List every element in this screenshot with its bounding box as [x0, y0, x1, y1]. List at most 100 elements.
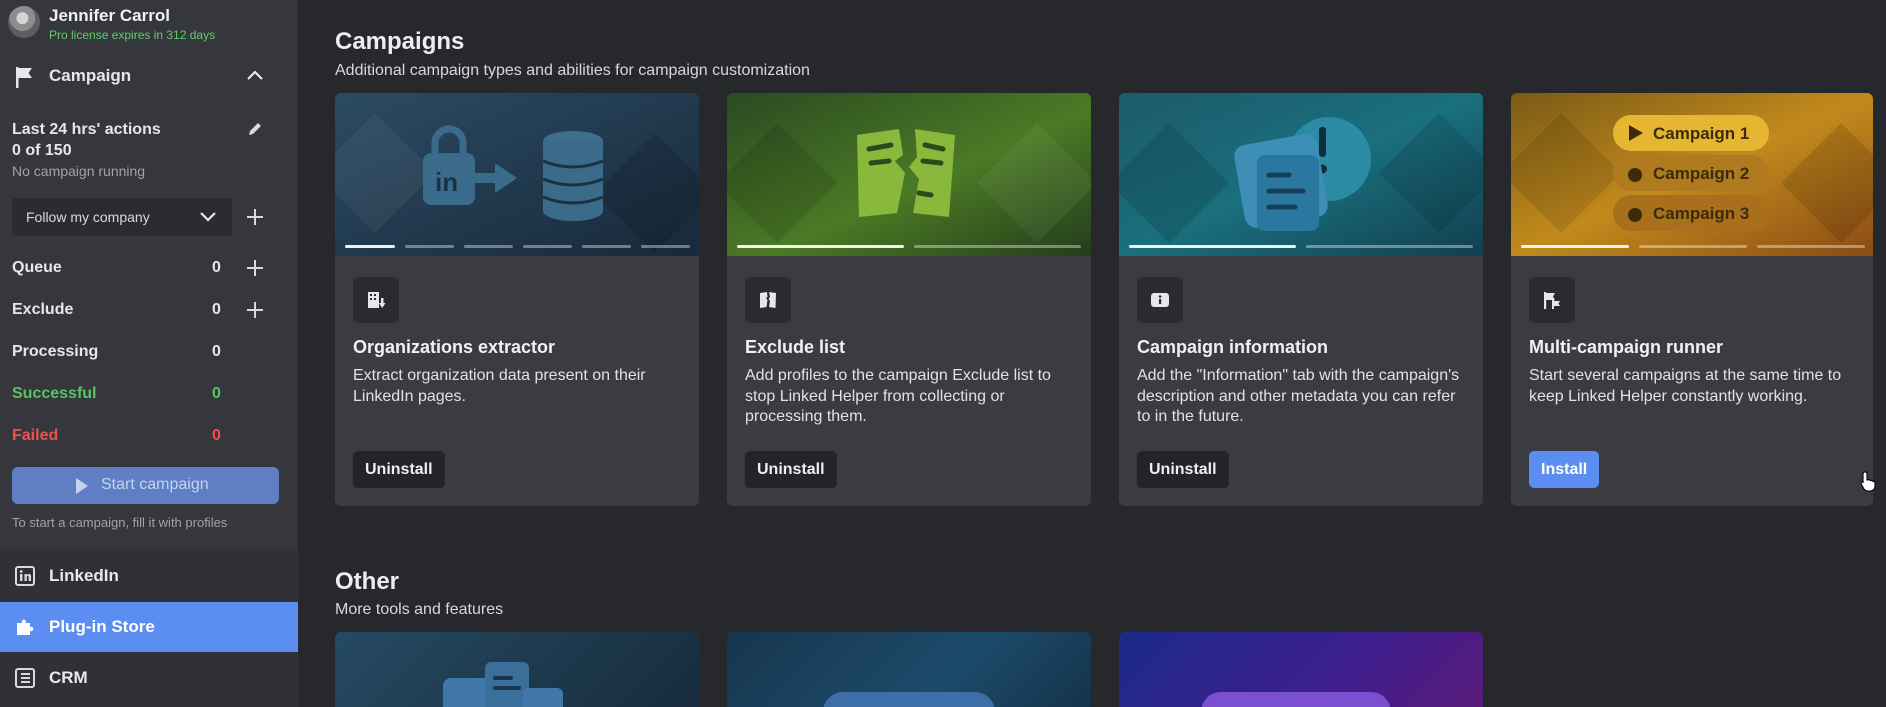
actions-title: Last 24 hrs' actions [12, 121, 161, 138]
user-profile[interactable]: Jennifer Carrol Pro license expires in 3… [0, 0, 298, 48]
svg-text:in: in [435, 167, 458, 197]
start-campaign-button[interactable]: Start campaign [12, 467, 279, 504]
plugin-description: Extract organization data present on the… [353, 367, 646, 405]
puzzle-icon [17, 619, 34, 635]
card-banner[interactable] [727, 93, 1091, 256]
carousel-dot[interactable] [1521, 245, 1629, 248]
banner-multi-campaign-image: Campaign 1 Campaign 2 Campaign 3 [1511, 93, 1873, 256]
plugin-title: Organizations extractor [353, 337, 556, 357]
crm-icon [15, 668, 35, 688]
plugin-description: Start several campaigns at the same time… [1529, 367, 1842, 405]
stat-exclude-value: 0 [212, 301, 221, 318]
card-banner[interactable]: Campaign 1 Campaign 2 Campaign 3 [1511, 93, 1873, 256]
stat-failed-label: Failed [12, 427, 59, 444]
campaigns-subtitle: Additional campaign types and abilities … [335, 62, 810, 79]
add-campaign-icon[interactable] [246, 208, 264, 226]
card-banner[interactable] [1119, 93, 1483, 256]
campaign-status-text: No campaign running [12, 163, 146, 179]
carousel-dots [737, 245, 1081, 249]
plugin-description: Add profiles to the campaign Exclude lis… [745, 367, 1051, 425]
plugin-badge [1529, 277, 1575, 323]
carousel-dot[interactable] [737, 245, 904, 248]
plugin-badge [745, 277, 791, 323]
banner-documents-image [443, 662, 563, 707]
stat-queue-label: Queue [12, 259, 62, 276]
card-banner[interactable]: in [335, 93, 699, 256]
carousel-dot[interactable] [641, 245, 690, 248]
stat-successful-label: Successful [12, 385, 97, 402]
plugin-title: Exclude list [745, 337, 846, 357]
actions-count: 0 of 150 [12, 142, 72, 159]
linkedin-icon [15, 566, 35, 586]
banner-pill-label: Campaign 2 [1653, 164, 1749, 183]
flag-icon [16, 67, 32, 88]
stat-successful-value: 0 [212, 385, 221, 402]
campaigns-title: Campaigns [335, 28, 465, 55]
carousel-dot[interactable] [1757, 245, 1865, 248]
other-subtitle: More tools and features [335, 601, 504, 618]
banner-pill-label: Campaign 3 [1653, 204, 1749, 223]
avatar [8, 6, 40, 38]
building-download-icon [368, 292, 386, 308]
start-hint: To start a campaign, fill it with profil… [12, 515, 228, 530]
campaign-select-value: Follow my company [26, 209, 150, 225]
carousel-dot[interactable] [1129, 245, 1296, 248]
carousel-dot[interactable] [464, 245, 513, 248]
stat-failed-value: 0 [212, 427, 221, 444]
carousel-dot[interactable] [914, 245, 1081, 248]
chevron-down-icon [200, 212, 216, 222]
carousel-dots [345, 245, 690, 249]
play-icon [76, 478, 88, 494]
other-plugin-card[interactable] [727, 632, 1091, 707]
banner-pill-label: Campaign 1 [1653, 124, 1749, 143]
start-campaign-label: Start campaign [101, 476, 209, 493]
plugin-title: Campaign information [1137, 337, 1329, 357]
plugin-card-multi-campaign-runner: Campaign 1 Campaign 2 Campaign 3 Multi-c [1511, 93, 1873, 506]
banner-linkedin-to-database-image: in [335, 93, 699, 256]
carousel-dot[interactable] [405, 245, 454, 248]
carousel-dot[interactable] [1306, 245, 1473, 248]
plugin-badge [1137, 277, 1183, 323]
add-queue-icon[interactable] [246, 259, 264, 277]
carousel-dot[interactable] [345, 245, 395, 248]
plugin-card-organizations-extractor: in Organizations extractor Extract organ… [335, 93, 699, 506]
carousel-dot[interactable] [582, 245, 631, 248]
carousel-dot[interactable] [1639, 245, 1747, 248]
add-exclude-icon[interactable] [246, 301, 264, 319]
plugin-badge [353, 277, 399, 323]
nav-item-linkedin[interactable]: LinkedIn [0, 551, 298, 601]
uninstall-button[interactable]: Uninstall [745, 451, 837, 488]
other-title: Other [335, 568, 400, 595]
other-plugin-card[interactable] [335, 632, 699, 707]
nav-item-crm[interactable]: CRM [0, 653, 298, 707]
nav-label-plugin-store: Plug-in Store [49, 617, 155, 636]
banner-information-image [1119, 93, 1483, 256]
plugin-card-campaign-information: Campaign information Add the "Informatio… [1119, 93, 1483, 506]
sidebar: Jennifer Carrol Pro license expires in 3… [0, 0, 298, 707]
torn-list-icon [760, 292, 776, 308]
plugin-store-main[interactable]: Campaigns Additional campaign types and … [298, 0, 1886, 707]
campaign-section-label: Campaign [49, 66, 132, 85]
chevron-up-icon[interactable] [246, 68, 264, 82]
install-button[interactable]: Install [1529, 451, 1600, 488]
stat-exclude-label: Exclude [12, 301, 74, 318]
carousel-dots [1521, 245, 1865, 249]
plugin-card-exclude-list: Exclude list Add profiles to the campaig… [727, 93, 1091, 506]
user-name: Jennifer Carrol [49, 6, 170, 25]
uninstall-button[interactable]: Uninstall [353, 451, 445, 488]
pencil-icon[interactable] [246, 120, 264, 138]
campaign-select[interactable]: Follow my company [12, 198, 232, 236]
campaign-section-header[interactable]: Campaign [0, 52, 298, 100]
banner-pill-image [823, 692, 995, 707]
license-status: Pro license expires in 312 days [49, 28, 216, 42]
nav-label-crm: CRM [49, 668, 88, 687]
stat-queue-value: 0 [212, 259, 221, 276]
uninstall-button[interactable]: Uninstall [1137, 451, 1229, 488]
other-plugin-card[interactable] [1119, 632, 1483, 707]
multi-flag-icon [1544, 292, 1560, 309]
banner-pill-image [1201, 692, 1391, 707]
nav-item-plugin-store[interactable]: Plug-in Store [0, 602, 298, 652]
info-icon [1151, 293, 1169, 307]
app-window: Jennifer Carrol Pro license expires in 3… [0, 0, 1886, 707]
carousel-dot[interactable] [523, 245, 572, 248]
